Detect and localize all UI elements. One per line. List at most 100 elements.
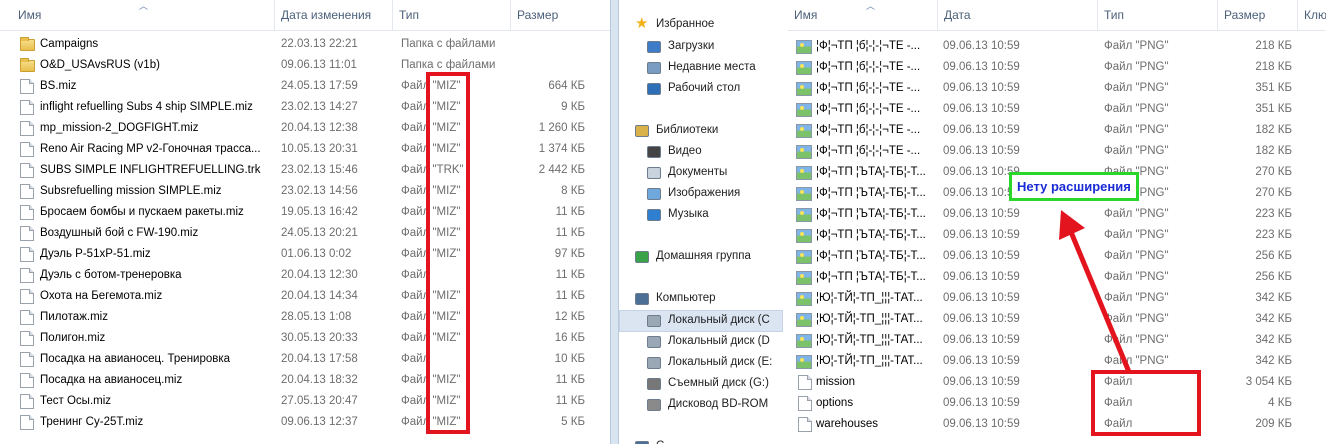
table-row[interactable]: Посадка на авианосец.miz 20.04.13 18:32 Фа… (0, 370, 610, 391)
row-name: Охота на Бегемота.miz (40, 290, 163, 302)
nav-item-label: Музыка (668, 208, 709, 220)
nav-item-14[interactable]: Съемный диск (G:) (647, 373, 783, 394)
table-row[interactable]: Охота на Бегемота.miz 20.04.13 14:34 Файл … (0, 286, 610, 307)
nav-item-16[interactable]: С (635, 436, 783, 444)
table-row[interactable]: SUBS SIMPLE INFLIGHTREFUELLING.trk 23.02.… (0, 160, 610, 181)
row-name: Посадка на авианосец. Тренировка (40, 353, 231, 365)
file-icon (798, 417, 812, 432)
table-row[interactable]: Reno Air Racing MP v2-Гоночная трасса...… (0, 139, 610, 160)
row-size: 8 КБ (561, 185, 585, 197)
image-icon (796, 166, 812, 180)
row-type: Файл "PNG" (1104, 61, 1169, 73)
table-row[interactable]: Тест Осы.miz 27.05.13 20:47 Файл "MIZ" 11 К… (0, 391, 610, 412)
nav-item-3[interactable]: Рабочий стол (647, 78, 783, 99)
row-name: ¦Ф¦¬ТП ¦б¦-¦-¦¬ТЕ -... (816, 145, 921, 157)
row-date: 09.06.13 10:59 (943, 124, 1020, 136)
nav-item-5[interactable]: Видео (647, 141, 783, 162)
table-row[interactable]: BS.miz 24.05.13 17:59 Файл "MIZ" 664 КБ (0, 76, 610, 97)
row-name: BS.miz (40, 80, 77, 92)
right-explorer-pane: ★ Избранное Загрузки Недавние места Рабочий … (619, 0, 1326, 444)
table-row[interactable]: Campaigns 22.03.13 22:21 Папка с файлами (0, 34, 610, 55)
image-icon (796, 61, 812, 75)
table-row[interactable]: Пилотаж.miz 28.05.13 1:08 Файл "MIZ" 12 КБ (0, 307, 610, 328)
row-name: ¦Ю¦-ТЙ¦-ТП_¦¦¦-ТАТ... (816, 355, 923, 367)
right-column-size[interactable]: Размер (1218, 0, 1298, 31)
row-size: 256 КБ (1255, 250, 1292, 262)
table-row[interactable]: warehouses 09.06.13 10:59 Файл 209 КБ (788, 414, 1326, 435)
nav-item-6[interactable]: Документы (647, 162, 783, 183)
row-size: 351 КБ (1255, 82, 1292, 94)
table-row[interactable]: ¦Ф¦¬ТП ¦б¦-¦-¦¬ТЕ -... 09.06.13 10:59 Файл… (788, 99, 1326, 120)
row-size: 342 КБ (1255, 334, 1292, 346)
right-column-extra[interactable]: Клю (1298, 0, 1326, 31)
pane-divider[interactable] (610, 0, 619, 444)
right-column-date[interactable]: Дата (938, 0, 1098, 31)
row-date: 20.04.13 12:38 (281, 122, 358, 134)
table-row[interactable]: Дуэль P-51xP-51.miz 01.06.13 0:02 Файл "MI… (0, 244, 610, 265)
column-type-label: Тип (399, 8, 420, 22)
right-column-name[interactable]: Имя (788, 0, 938, 31)
table-row[interactable]: options 09.06.13 10:59 Файл 4 КБ (788, 393, 1326, 414)
table-row[interactable]: ¦Ф¦¬ТП ¦б¦-¦-¦¬ТЕ -... 09.06.13 10:59 Файл… (788, 36, 1326, 57)
table-row[interactable]: ¦Ф¦¬ТП ¦б¦-¦-¦¬ТЕ -... 09.06.13 10:59 Файл… (788, 57, 1326, 78)
libraries-icon (635, 125, 649, 137)
file-icon (20, 184, 34, 199)
row-size: 3 054 КБ (1245, 376, 1292, 388)
row-size: 11 КБ (555, 395, 585, 407)
table-row[interactable]: Бросаем бомбы и пускаем ракеты.miz 19.05.… (0, 202, 610, 223)
image-icon (796, 145, 812, 159)
table-row[interactable]: inflight refuelling Subs 4 ship SIMPLE.m… (0, 97, 610, 118)
nav-item-11[interactable]: Локальный диск (C (647, 310, 783, 331)
nav-item-9[interactable]: Домашняя группа (635, 246, 783, 267)
nav-item-label: Документы (668, 166, 728, 178)
nav-item-7[interactable]: Изображения (647, 183, 783, 204)
row-name: ¦Ф¦¬ТП ¦б¦-¦-¦¬ТЕ -... (816, 61, 921, 73)
row-size: 342 КБ (1255, 355, 1292, 367)
nav-item-15[interactable]: Дисковод BD-ROM (647, 394, 783, 415)
table-row[interactable]: ¦Ф¦¬ТП ¦б¦-¦-¦¬ТЕ -... 09.06.13 10:59 Файл… (788, 78, 1326, 99)
row-date: 23.02.13 14:27 (281, 101, 358, 113)
table-row[interactable]: Дуэль с ботом-тренеровка 20.04.13 12:30 Фа… (0, 265, 610, 286)
row-size: 2 442 КБ (538, 164, 585, 176)
nav-item-13[interactable]: Локальный диск (E: (647, 352, 783, 373)
row-name: Тест Осы.miz (40, 395, 112, 407)
row-size: 11 КБ (555, 374, 585, 386)
nav-item-12[interactable]: Локальный диск (D (647, 331, 783, 352)
image-icon (796, 229, 812, 243)
file-icon (798, 396, 812, 411)
table-row[interactable]: Тренинг Су-25Т.miz 09.06.13 12:37 Файл "MI… (0, 412, 610, 433)
row-date: 19.05.13 16:42 (281, 206, 358, 218)
table-row[interactable]: Посадка на авианосец. Тренировка 20.04.13… (0, 349, 610, 370)
table-row[interactable]: ¦Ф¦¬ТП ¦б¦-¦-¦¬ТЕ -... 09.06.13 10:59 Файл… (788, 141, 1326, 162)
image-icon (796, 271, 812, 285)
nav-item-8[interactable]: Музыка (647, 204, 783, 225)
table-row[interactable]: Subsrefuelling mission SIMPLE.miz 23.02.1… (0, 181, 610, 202)
row-size (511, 55, 585, 76)
image-icon (796, 82, 812, 96)
nav-item-4[interactable]: Библиотеки (635, 120, 783, 141)
table-row[interactable]: mp_mission-2_DOGFIGHT.miz 20.04.13 12:38 Ф… (0, 118, 610, 139)
row-size: 664 КБ (548, 80, 585, 92)
row-date: 09.06.13 11:01 (281, 59, 357, 71)
row-name: Reno Air Racing MP v2-Гоночная трасса... (40, 143, 261, 155)
left-column-date[interactable]: Дата изменения (275, 0, 393, 31)
table-row[interactable]: ¦Ф¦¬ТП ¦б¦-¦-¦¬ТЕ -... 09.06.13 10:59 Файл… (788, 120, 1326, 141)
left-column-type[interactable]: Тип (393, 0, 511, 31)
table-row[interactable]: Воздушный бой с FW-190.miz 24.05.13 20:21… (0, 223, 610, 244)
right-column-type[interactable]: Тип (1098, 0, 1218, 31)
nav-item-1[interactable]: Загрузки (647, 36, 783, 57)
table-row[interactable]: O&D_USAvsRUS (v1b) 09.06.13 11:01 Папка с … (0, 55, 610, 76)
row-date: 22.03.13 22:21 (281, 38, 358, 50)
nav-item-label: Недавние места (668, 61, 756, 73)
nav-item-10[interactable]: Компьютер (635, 288, 783, 309)
row-name: ¦Ю¦-ТЙ¦-ТП_¦¦¦-ТАТ... (816, 292, 923, 304)
table-row[interactable]: Полигон.miz 30.05.13 20:33 Файл "MIZ" 16 КБ (0, 328, 610, 349)
drive-icon (647, 336, 661, 348)
left-column-header: Имя ︿ Дата изменения Тип Размер (0, 0, 610, 31)
nav-item-2[interactable]: Недавние места (647, 57, 783, 78)
left-column-size[interactable]: Размер (511, 0, 610, 31)
desktop-icon (647, 83, 661, 95)
row-type: Файл "PNG" (1104, 124, 1169, 136)
music-icon (647, 209, 661, 221)
nav-item-0[interactable]: ★ Избранное (635, 14, 783, 35)
